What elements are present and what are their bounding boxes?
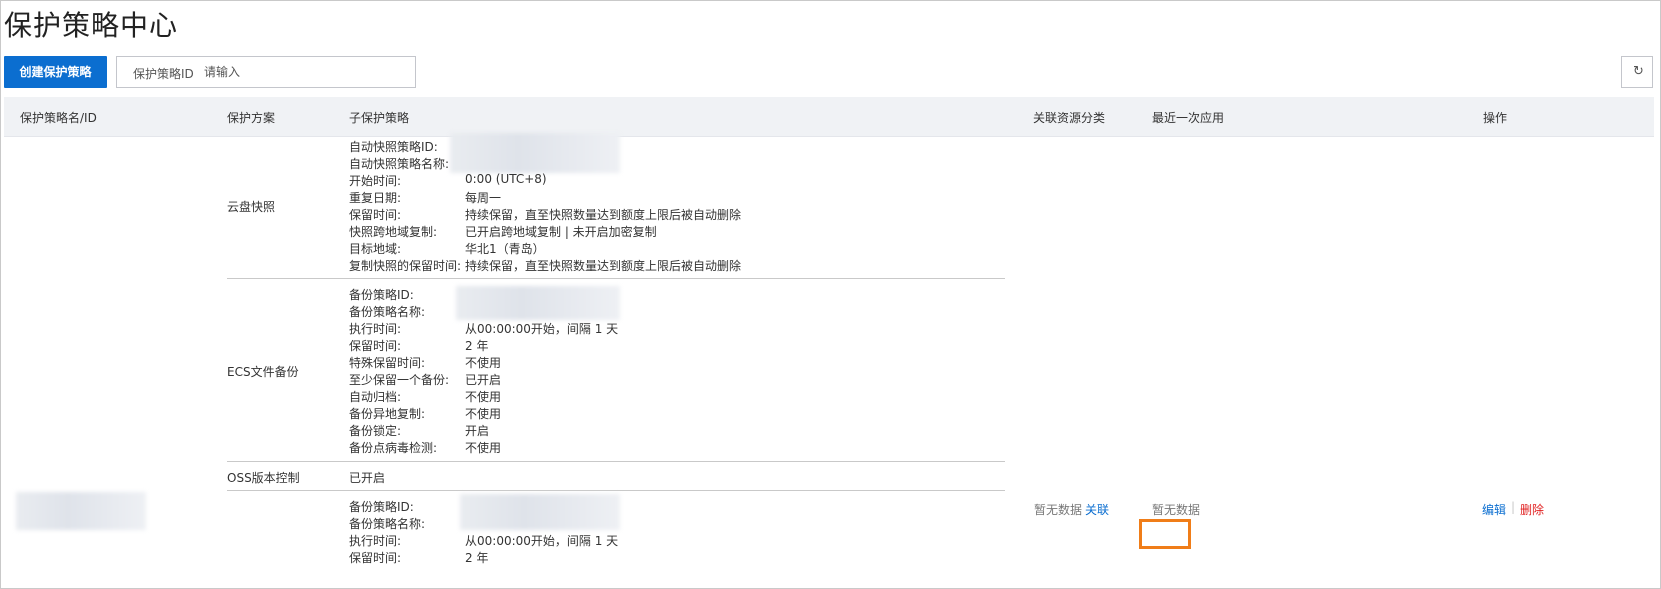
field-value: 不使用 bbox=[465, 441, 502, 455]
field-value: 不使用 bbox=[465, 390, 502, 404]
field-value: 从00:00:00开始，间隔 1 天 bbox=[465, 534, 619, 548]
field-key: 自动快照策略名称: bbox=[349, 157, 450, 171]
field-value: 持续保留，直至快照数量达到额度上限后被自动删除 bbox=[465, 259, 742, 273]
field-key: 备份异地复制: bbox=[349, 407, 426, 421]
edit-link[interactable]: 编辑 bbox=[1482, 501, 1506, 518]
search-input[interactable] bbox=[204, 62, 404, 82]
field-key: 备份策略ID: bbox=[349, 500, 414, 514]
field-key: 备份策略名称: bbox=[349, 305, 426, 319]
field-key: 快照跨地域复制: bbox=[349, 225, 438, 239]
field-key: 保留时间: bbox=[349, 208, 402, 222]
field-value: 已开启跨地域复制 | 未开启加密复制 bbox=[465, 225, 657, 239]
field-key: 开始时间: bbox=[349, 174, 402, 188]
field-value: 开启 bbox=[465, 424, 490, 438]
divider bbox=[227, 461, 1005, 462]
field-value: 每周一 bbox=[465, 191, 502, 205]
col-header-scheme: 保护方案 bbox=[227, 111, 276, 125]
window-frame bbox=[0, 0, 1661, 589]
field-key: 至少保留一个备份: bbox=[349, 373, 450, 387]
field-key: 自动归档: bbox=[349, 390, 402, 404]
resource-empty-text: 暂无数据 bbox=[1034, 503, 1083, 517]
field-key: 备份锁定: bbox=[349, 424, 402, 438]
col-header-actions: 操作 bbox=[1483, 111, 1508, 125]
refresh-button[interactable]: ↻ bbox=[1621, 56, 1653, 88]
field-value: 2 年 bbox=[465, 339, 489, 353]
associate-link[interactable]: 关联 bbox=[1085, 501, 1109, 518]
col-header-last-apply: 最近一次应用 bbox=[1152, 111, 1225, 125]
field-key: 执行时间: bbox=[349, 534, 402, 548]
table-header: 保护策略名/ID 保护方案 子保护策略 关联资源分类 最近一次应用 操作 bbox=[4, 97, 1654, 137]
policy-name-redacted bbox=[16, 492, 146, 530]
page-title: 保护策略中心 bbox=[4, 9, 179, 42]
scheme-snapshot-name: 云盘快照 bbox=[227, 200, 276, 214]
scheme-oss-name: OSS版本控制 bbox=[227, 471, 300, 485]
field-key: 复制快照的保留时间: bbox=[349, 259, 462, 273]
search-field-label: 保护策略ID bbox=[133, 67, 194, 81]
scheme-ecs-name: ECS文件备份 bbox=[227, 365, 299, 379]
field-value: 华北1（青岛） bbox=[465, 242, 545, 256]
field-key: 目标地域: bbox=[349, 242, 402, 256]
field-key: 备份策略名称: bbox=[349, 517, 426, 531]
field-key: 保留时间: bbox=[349, 551, 402, 565]
field-value: 已开启 bbox=[465, 373, 502, 387]
field-key: 重复日期: bbox=[349, 191, 402, 205]
divider bbox=[227, 278, 1005, 279]
snapshot-id-redacted bbox=[450, 133, 620, 173]
field-value: 不使用 bbox=[465, 407, 502, 421]
search-box[interactable]: 保护策略ID bbox=[116, 56, 416, 88]
field-key: 执行时间: bbox=[349, 322, 402, 336]
field-key: 备份策略ID: bbox=[349, 288, 414, 302]
field-value: 持续保留，直至快照数量达到额度上限后被自动删除 bbox=[465, 208, 742, 222]
col-header-name: 保护策略名/ID bbox=[20, 111, 97, 125]
field-value: 不使用 bbox=[465, 356, 502, 370]
field-value: 从00:00:00开始，间隔 1 天 bbox=[465, 322, 619, 336]
field-value: 0:00 (UTC+8) bbox=[465, 172, 547, 186]
last-apply-text: 暂无数据 bbox=[1152, 503, 1201, 517]
field-key: 备份点病毒检测: bbox=[349, 441, 438, 455]
divider bbox=[227, 490, 1005, 491]
field-key: 特殊保留时间: bbox=[349, 356, 426, 370]
ecs-id-redacted bbox=[456, 286, 620, 320]
field-key: 保留时间: bbox=[349, 339, 402, 353]
create-policy-button[interactable]: 创建保护策略 bbox=[4, 56, 107, 88]
field-value: 2 年 bbox=[465, 551, 489, 565]
scheme-oss-value: 已开启 bbox=[349, 471, 386, 485]
refresh-icon: ↻ bbox=[1633, 64, 1644, 79]
action-divider: | bbox=[1511, 500, 1516, 514]
assoc-highlight-box bbox=[1139, 519, 1191, 549]
field-key: 自动快照策略ID: bbox=[349, 140, 438, 154]
delete-link[interactable]: 删除 bbox=[1520, 501, 1544, 518]
fourth-id-redacted bbox=[460, 494, 620, 530]
col-header-resource: 关联资源分类 bbox=[1033, 111, 1106, 125]
col-header-sub-policy: 子保护策略 bbox=[349, 111, 410, 125]
